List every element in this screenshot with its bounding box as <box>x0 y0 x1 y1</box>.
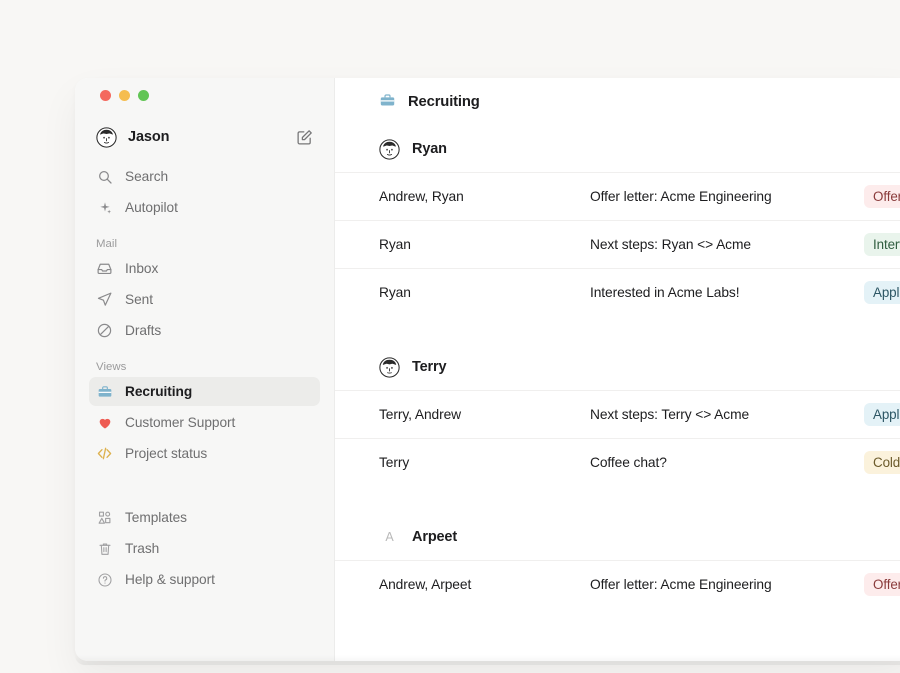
briefcase-icon <box>96 383 113 400</box>
sidebar-item-label: Inbox <box>125 261 158 276</box>
search-icon <box>96 168 113 185</box>
view-header: Recruiting <box>335 78 900 126</box>
close-button[interactable] <box>100 90 111 101</box>
face-avatar-icon <box>379 357 400 378</box>
table-row[interactable]: Ryan Interested in Acme Labs! Applicatio… <box>335 268 900 316</box>
sidebar-item-label: Templates <box>125 510 187 525</box>
status-badge: Application <box>864 281 900 304</box>
row-senders: Terry, Andrew <box>379 407 590 422</box>
sidebar-item-label: Drafts <box>125 323 161 338</box>
group-header-ryan: Ryan <box>335 126 900 172</box>
row-senders: Andrew, Ryan <box>379 189 590 204</box>
face-avatar-icon <box>96 127 117 148</box>
sidebar-item-autopilot[interactable]: Autopilot <box>89 193 320 222</box>
group-person-name: Terry <box>412 359 446 375</box>
face-avatar-icon <box>379 139 400 160</box>
help-circle-icon <box>96 571 113 588</box>
sidebar-item-templates[interactable]: Templates <box>89 503 320 532</box>
table-row[interactable]: Terry, Andrew Next steps: Terry <> Acme … <box>335 390 900 438</box>
app-window: Jason Search <box>75 78 900 661</box>
sidebar-item-label: Search <box>125 169 168 184</box>
row-status-wrap: Offer sent <box>864 573 900 596</box>
row-senders: Terry <box>379 455 590 470</box>
zoom-button[interactable] <box>138 90 149 101</box>
group-header-terry: Terry <box>335 344 900 390</box>
sidebar-section-mail-label: Mail <box>89 238 320 250</box>
sidebar: Jason Search <box>75 78 335 661</box>
sidebar-item-trash[interactable]: Trash <box>89 534 320 563</box>
sidebar-item-help-support[interactable]: Help & support <box>89 565 320 594</box>
status-badge: Cold outreach <box>864 451 900 474</box>
row-status-wrap: Interviewing <box>864 233 900 256</box>
group-person-name: Ryan <box>412 141 447 157</box>
inbox-icon <box>96 260 113 277</box>
row-subject: Next steps: Terry <> Acme <box>590 407 864 422</box>
table-row[interactable]: Andrew, Arpeet Offer letter: Acme Engine… <box>335 560 900 608</box>
letter-avatar: A <box>379 530 400 544</box>
row-senders: Ryan <box>379 285 590 300</box>
mail-list-panel: Recruiting Ryan Andrew, Ryan <box>335 78 900 661</box>
status-badge: Interviewing <box>864 233 900 256</box>
minimize-button[interactable] <box>119 90 130 101</box>
drafts-icon <box>96 322 113 339</box>
page-background: Jason Search <box>0 0 900 673</box>
status-badge: Offer sent <box>864 573 900 596</box>
account-row[interactable]: Jason <box>89 123 320 151</box>
sidebar-section-views-label: Views <box>89 361 320 373</box>
row-status-wrap: Application <box>864 281 900 304</box>
sidebar-item-customer-support[interactable]: Customer Support <box>89 408 320 437</box>
compose-icon[interactable] <box>296 129 313 146</box>
sidebar-item-drafts[interactable]: Drafts <box>89 316 320 345</box>
sidebar-item-label: Sent <box>125 292 153 307</box>
briefcase-icon <box>379 92 396 112</box>
sparkle-icon <box>96 199 113 216</box>
table-row[interactable]: Ryan Next steps: Ryan <> Acme Interviewi… <box>335 220 900 268</box>
group-spacer <box>335 486 900 514</box>
row-status-wrap: Application <box>864 403 900 426</box>
account-name: Jason <box>128 129 169 145</box>
row-subject: Offer letter: Acme Engineering <box>590 577 864 592</box>
sidebar-item-label: Customer Support <box>125 415 235 430</box>
sidebar-item-project-status[interactable]: Project status <box>89 439 320 468</box>
code-icon <box>96 445 113 462</box>
row-subject: Interested in Acme Labs! <box>590 285 864 300</box>
sidebar-item-label: Trash <box>125 541 159 556</box>
sidebar-item-label: Recruiting <box>125 384 192 399</box>
paper-plane-icon <box>96 291 113 308</box>
group-person-name: Arpeet <box>412 529 457 545</box>
status-badge: Offer sent <box>864 185 900 208</box>
row-subject: Offer letter: Acme Engineering <box>590 189 864 204</box>
row-senders: Andrew, Arpeet <box>379 577 590 592</box>
group-header-arpeet: A Arpeet <box>335 514 900 560</box>
sidebar-item-label: Project status <box>125 446 207 461</box>
sidebar-item-label: Autopilot <box>125 200 178 215</box>
trash-icon <box>96 540 113 557</box>
table-row[interactable]: Andrew, Ryan Offer letter: Acme Engineer… <box>335 172 900 220</box>
sidebar-item-search[interactable]: Search <box>89 162 320 191</box>
table-row[interactable]: Terry Coffee chat? Cold outreach <box>335 438 900 486</box>
row-subject: Coffee chat? <box>590 455 864 470</box>
status-badge: Application <box>864 403 900 426</box>
templates-icon <box>96 509 113 526</box>
sidebar-item-sent[interactable]: Sent <box>89 285 320 314</box>
row-subject: Next steps: Ryan <> Acme <box>590 237 864 252</box>
sidebar-item-label: Help & support <box>125 572 215 587</box>
row-senders: Ryan <box>379 237 590 252</box>
row-status-wrap: Cold outreach <box>864 451 900 474</box>
heart-icon <box>96 414 113 431</box>
window-controls <box>89 78 320 101</box>
page-title: Recruiting <box>408 94 480 110</box>
sidebar-item-inbox[interactable]: Inbox <box>89 254 320 283</box>
group-spacer <box>335 316 900 344</box>
row-status-wrap: Offer sent <box>864 185 900 208</box>
sidebar-item-recruiting[interactable]: Recruiting <box>89 377 320 406</box>
